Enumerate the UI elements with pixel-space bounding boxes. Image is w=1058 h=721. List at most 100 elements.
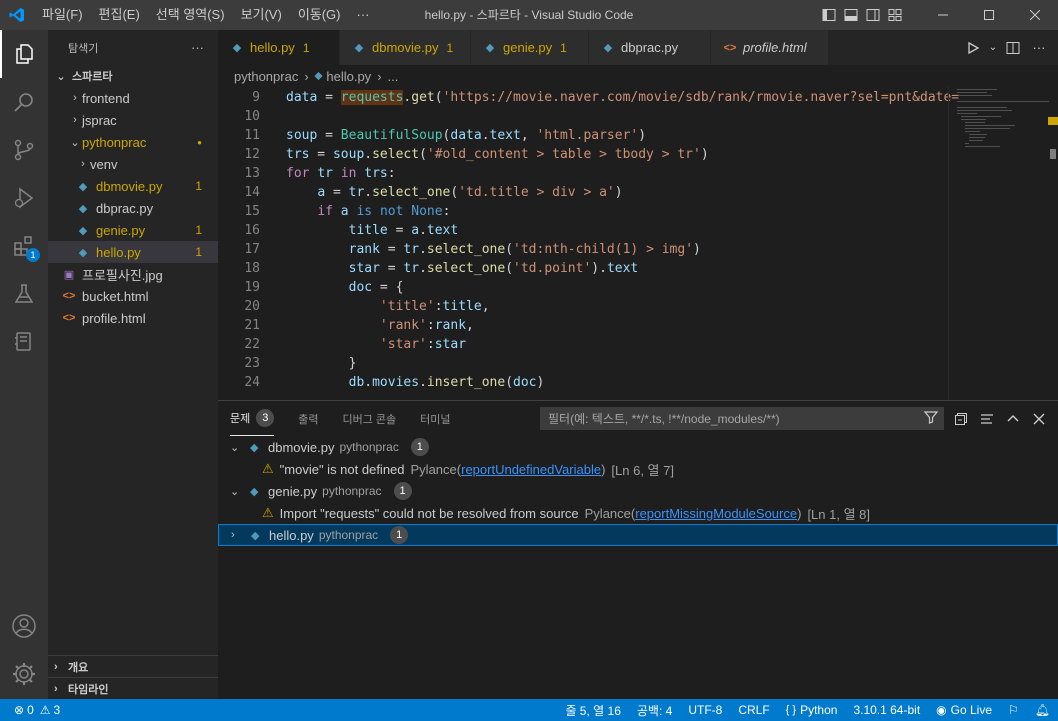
encoding[interactable]: UTF-8 (680, 703, 730, 717)
problem-message-row[interactable]: ⚠ "movie" is not defined Pylance(reportUnd… (218, 458, 1058, 480)
chevron-down-icon[interactable]: ⌄ (986, 42, 1000, 53)
tree-item[interactable]: ⌄ pythonprac ● (48, 131, 218, 153)
tree-item[interactable]: ◆ dbmovie.py 1 (48, 175, 218, 197)
panel-tab[interactable]: 디버그 콘솔 (343, 401, 397, 436)
problems-filter-input[interactable]: 필터(예: 텍스트, **/*.ts, !**/node_modules/**) (540, 407, 944, 430)
run-debug-icon[interactable] (0, 174, 48, 222)
tab-profile-html[interactable]: <> profile.html (711, 30, 829, 65)
timeline-section[interactable]: › 타임라인 (48, 677, 218, 699)
code-token: = (379, 242, 404, 257)
maximize-panel-icon[interactable] (1000, 412, 1026, 426)
problem-file-name: dbmovie.py (268, 439, 335, 455)
line-number: 23 (244, 356, 260, 371)
tab-dbprac-py[interactable]: ◆ dbprac.py (589, 30, 711, 65)
code-token: movies (372, 375, 420, 390)
problem-message-row[interactable]: ⚠ Import "requests" could not be resolved… (218, 502, 1058, 524)
breadcrumb-file[interactable]: hello.py (326, 69, 371, 84)
cursor-position[interactable]: 줄 5, 열 16 (557, 702, 628, 719)
code-token: tr (348, 185, 365, 200)
filter-icon[interactable] (923, 410, 939, 427)
source-control-icon[interactable] (0, 126, 48, 174)
minimap[interactable] (948, 87, 1049, 400)
run-python-icon[interactable] (960, 41, 986, 55)
code-line: 21 'rank':rank, (218, 316, 948, 335)
breadcrumb-folder[interactable]: pythonprac (234, 69, 298, 84)
code-token: 'rank' (379, 318, 427, 333)
more-actions-icon[interactable]: ··· (1026, 40, 1052, 55)
problem-message: Import "requests" could not be resolved … (279, 505, 579, 521)
split-editor-icon[interactable] (1000, 41, 1026, 55)
problem-file-row[interactable]: › ◆ hello.py pythonprac 1 (218, 524, 1058, 546)
tree-item[interactable]: › jsprac (48, 109, 218, 131)
menu-item[interactable]: 편집(E) (91, 0, 148, 30)
toggle-panel-icon[interactable] (840, 0, 862, 30)
code-token: a (317, 185, 326, 200)
problem-count: 1 (195, 245, 202, 259)
extensions-icon[interactable]: 1 (0, 222, 48, 270)
minimize-button[interactable] (920, 0, 966, 30)
menu-item[interactable]: 이동(G) (290, 0, 349, 30)
tree-item[interactable]: <> profile.html (48, 307, 218, 329)
code-text: 'title':title, (286, 297, 490, 316)
panel-tab[interactable]: 터미널 (420, 401, 450, 436)
menu-item[interactable]: 파일(F) (34, 0, 91, 30)
more-actions-icon[interactable]: ··· (191, 40, 204, 55)
maximize-button[interactable] (966, 0, 1012, 30)
accounts-icon[interactable] (0, 602, 48, 650)
outline-section[interactable]: › 개요 (48, 655, 218, 677)
explorer-icon[interactable] (0, 30, 48, 78)
editor-scrollbar[interactable] (1048, 87, 1058, 400)
problem-file-row[interactable]: ⌄ ◆ genie.py pythonprac 1 (218, 480, 1058, 502)
problem-rule-link[interactable]: reportUndefinedVariable (461, 462, 601, 477)
workspace-root[interactable]: ⌄ 스파르타 (48, 65, 218, 87)
close-window-button[interactable] (1012, 0, 1058, 30)
tree-item[interactable]: › venv (48, 153, 218, 175)
panel-tab[interactable]: 문제 3 (230, 401, 275, 436)
menu-item[interactable]: 보기(V) (233, 0, 290, 30)
tree-item[interactable]: ▣ 프로필사진.jpg (48, 263, 218, 285)
line-number: 24 (244, 375, 260, 390)
tab-genie-py[interactable]: ◆ genie.py 1 (471, 30, 589, 65)
tree-item[interactable]: <> bucket.html (48, 285, 218, 307)
notifications-bell-icon[interactable]: 🔔︎ (1027, 703, 1058, 717)
problem-rule-link[interactable]: reportMissingModuleSource (635, 506, 797, 521)
go-live-button[interactable]: ◉ Go Live (928, 703, 1000, 717)
chevron-right-icon: › (231, 529, 235, 541)
feedback-icon[interactable]: ⚐ (1000, 703, 1027, 717)
settings-gear-icon[interactable] (0, 650, 48, 698)
close-panel-icon[interactable] (1026, 413, 1052, 425)
customize-layout-icon[interactable] (884, 0, 906, 30)
code-token: 'html.parser' (536, 128, 639, 143)
chevron-right-icon: › (73, 92, 77, 104)
menu-item[interactable]: 선택 영역(S) (148, 0, 233, 30)
code-token: insert_one (426, 375, 506, 390)
panel-tab[interactable]: 출력 (298, 401, 318, 436)
python-interpreter[interactable]: 3.10.1 64-bit (845, 703, 928, 717)
language-mode[interactable]: { } Python (778, 703, 846, 717)
tab-hello-py[interactable]: ◆ hello.py 1 (218, 30, 340, 65)
toggle-secondary-sidebar-icon[interactable] (862, 0, 884, 30)
tree-item[interactable]: ◆ genie.py 1 (48, 219, 218, 241)
problem-file-row[interactable]: ⌄ ◆ dbmovie.py pythonprac 1 (218, 436, 1058, 458)
code-editor[interactable]: 9 data = requests.get('https://movie.nave… (218, 87, 959, 400)
collapse-all-icon[interactable] (948, 412, 974, 426)
tab-dbmovie-py[interactable]: ◆ dbmovie.py 1 (340, 30, 471, 65)
tree-item[interactable]: ◆ dbprac.py (48, 197, 218, 219)
breadcrumb-more[interactable]: ... (388, 69, 399, 84)
code-token: tr (403, 261, 420, 276)
code-token: tr (317, 166, 333, 181)
remote-explorer-icon[interactable] (0, 318, 48, 366)
tree-item[interactable]: ◆ hello.py 1 (48, 241, 218, 263)
tree-item[interactable]: › frontend (48, 87, 218, 109)
view-as-list-icon[interactable] (974, 412, 1000, 426)
problems-status[interactable]: ⊗ 0 ⚠ 3 (0, 703, 60, 717)
end-of-line[interactable]: CRLF (730, 703, 777, 717)
search-icon[interactable] (0, 78, 48, 126)
code-token: = (379, 261, 404, 276)
menu-item[interactable]: ··· (349, 0, 378, 30)
toggle-sidebar-icon[interactable] (818, 0, 840, 30)
indentation[interactable]: 공백: 4 (629, 702, 680, 719)
testing-icon[interactable] (0, 270, 48, 318)
